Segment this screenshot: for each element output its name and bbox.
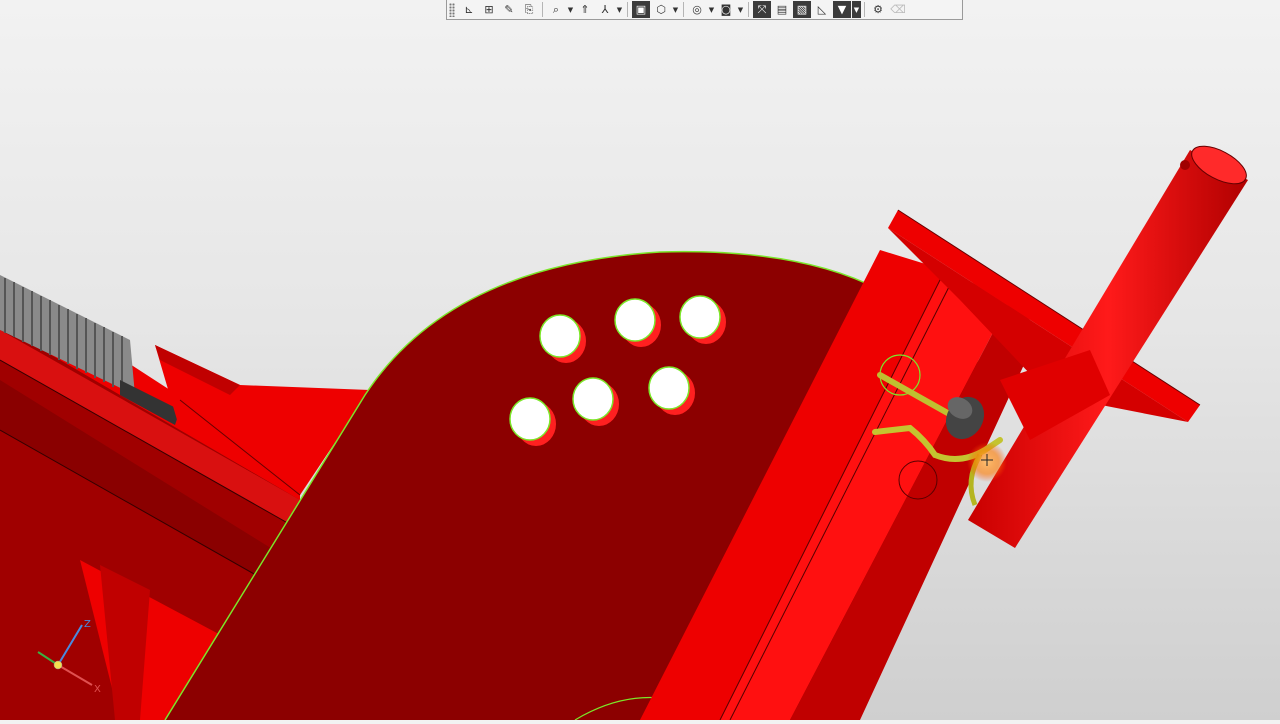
settings-icon[interactable]: ⚙ bbox=[869, 1, 887, 18]
toolbar-separator bbox=[748, 2, 749, 17]
sketch-icon[interactable]: ⊾ bbox=[460, 1, 478, 18]
toolbar-separator bbox=[542, 2, 543, 17]
wireframe-view-icon[interactable]: ⬡ bbox=[652, 1, 670, 18]
cursor-crosshair-icon bbox=[967, 442, 1007, 482]
camera-dropdown-chevron-icon[interactable]: ▼ bbox=[736, 1, 745, 18]
toolbar-separator bbox=[683, 2, 684, 17]
toolbar-separator bbox=[864, 2, 865, 17]
camera-icon[interactable]: ◙ bbox=[717, 1, 735, 18]
orient-icon[interactable]: ⇑ bbox=[576, 1, 594, 18]
dimension-icon[interactable]: ◺ bbox=[813, 1, 831, 18]
x-axis-label: X bbox=[94, 684, 101, 695]
toolbar-separator bbox=[627, 2, 628, 17]
zoom-icon[interactable]: ⌕ bbox=[547, 1, 565, 18]
properties-icon[interactable]: ⎘ bbox=[520, 1, 538, 18]
shaded-view-icon[interactable]: ▣ bbox=[632, 1, 650, 18]
3d-viewport[interactable]: Z X ⊾ ⊞ ✎ ⎘ ⌕ ▼ ⇑ ⅄ ▼ ▣ ⬡ ▼ ◎ ▼ ◙ ▼ ⤧ ▤ … bbox=[0, 0, 1280, 721]
hide-icon[interactable]: ◎ bbox=[688, 1, 706, 18]
layers-icon[interactable]: ▤ bbox=[773, 1, 791, 18]
axes-icon[interactable]: ⅄ bbox=[596, 1, 614, 18]
zoom-dropdown-chevron-icon[interactable]: ▼ bbox=[566, 1, 575, 18]
filter-dropdown-chevron-icon[interactable]: ▼ bbox=[852, 1, 861, 18]
hide-dropdown-chevron-icon[interactable]: ▼ bbox=[707, 1, 716, 18]
component-tree-icon[interactable]: ⊞ bbox=[480, 1, 498, 18]
view-toolbar: ⊾ ⊞ ✎ ⎘ ⌕ ▼ ⇑ ⅄ ▼ ▣ ⬡ ▼ ◎ ▼ ◙ ▼ ⤧ ▤ ▧ ◺ … bbox=[446, 0, 963, 20]
z-axis-label: Z bbox=[84, 619, 91, 630]
filter-icon[interactable]: ▼ bbox=[833, 1, 851, 18]
display-dropdown-chevron-icon[interactable]: ▼ bbox=[671, 1, 680, 18]
orient-dropdown-chevron-icon[interactable]: ▼ bbox=[615, 1, 624, 18]
model-scene[interactable]: Z X bbox=[0, 0, 1280, 721]
eraser-icon[interactable]: ⌫ bbox=[889, 1, 907, 18]
display-mode-icon[interactable]: ▧ bbox=[793, 1, 811, 18]
section-icon[interactable]: ⤧ bbox=[753, 1, 771, 18]
toolbar-grip-icon[interactable] bbox=[449, 2, 455, 17]
edit-part-icon[interactable]: ✎ bbox=[500, 1, 518, 18]
